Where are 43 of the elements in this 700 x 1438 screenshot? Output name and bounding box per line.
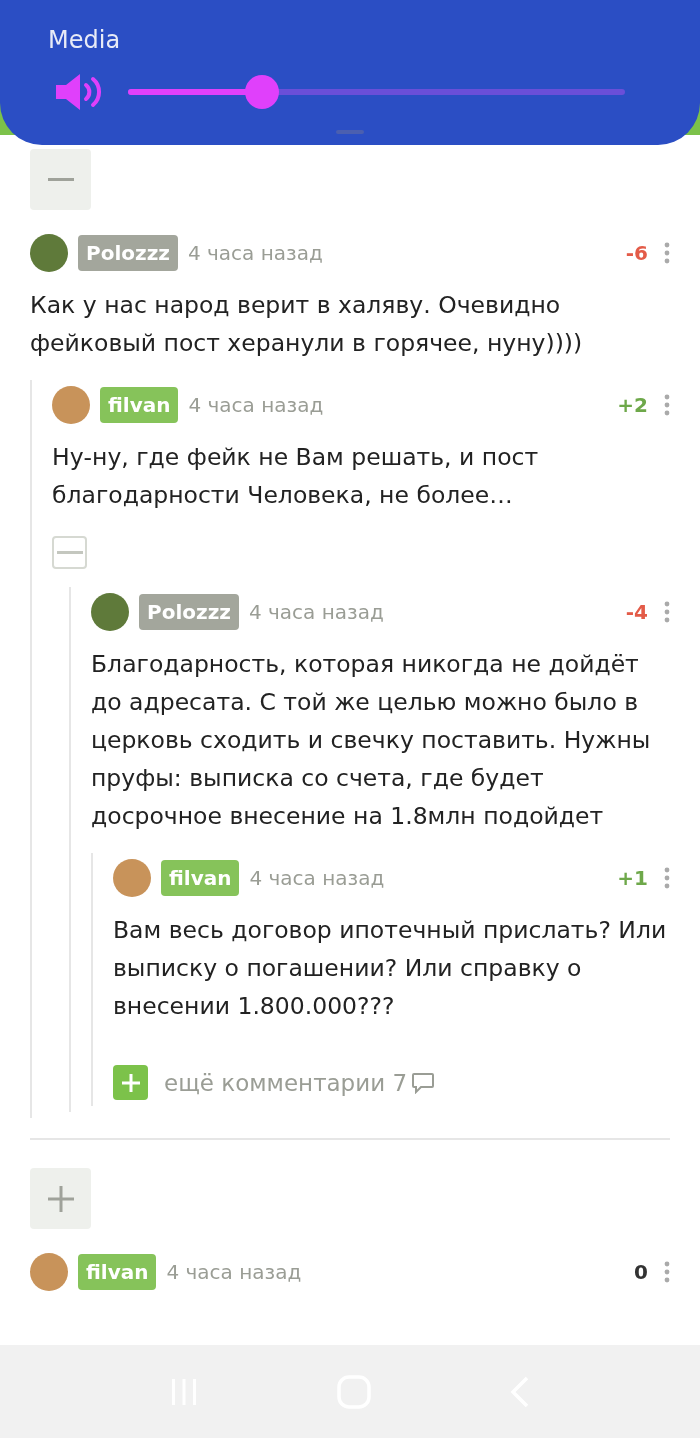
username-badge[interactable]: filvan bbox=[100, 387, 179, 423]
comment-rating: 0 bbox=[634, 1260, 648, 1284]
panel-title: Media bbox=[48, 26, 122, 54]
username-badge[interactable]: filvan bbox=[78, 1254, 157, 1290]
avatar-placeholder[interactable] bbox=[30, 1253, 68, 1291]
more-options-icon[interactable] bbox=[664, 242, 670, 264]
collapse-button[interactable] bbox=[52, 536, 87, 569]
comment-rating: -4 bbox=[625, 600, 648, 624]
comment-time: 4 часа назад bbox=[166, 1260, 303, 1284]
comment-time: 4 часа назад bbox=[187, 241, 324, 265]
comment-rating: +2 bbox=[617, 393, 648, 417]
minus-icon bbox=[47, 178, 74, 181]
comment-text: Благодарность, которая никогда не дойдёт до адресата. С той же целью можно было в церковь сходить и свечку поставить. Нужны пруфы: выписка со счета, где будет досрочное внесение на 1.8млн подойдет bbox=[91, 649, 652, 832]
comment-rating: -6 bbox=[625, 241, 648, 265]
username-badge[interactable]: Polozzz bbox=[139, 594, 239, 630]
more-options-icon[interactable] bbox=[664, 1261, 670, 1283]
comment-time: 4 часа назад bbox=[249, 866, 386, 890]
volume-slider[interactable] bbox=[128, 75, 625, 109]
comment-time: 4 часа назад bbox=[248, 600, 385, 624]
comment-time: 4 часа назад bbox=[188, 393, 325, 417]
avatar-placeholder[interactable] bbox=[52, 386, 90, 424]
comment-rating: +1 bbox=[617, 866, 648, 890]
avatar-placeholder[interactable] bbox=[91, 593, 129, 631]
speech-bubble-icon bbox=[411, 1071, 436, 1094]
avatar-placeholder[interactable] bbox=[113, 859, 151, 897]
expand-button[interactable] bbox=[113, 1065, 148, 1100]
username-badge[interactable]: filvan bbox=[161, 860, 240, 896]
username-badge[interactable]: Polozzz bbox=[78, 235, 178, 271]
comment-text: Вам весь договор ипотечный прислать? Или выписку о погашении? Или справку о внесении 1.800.000??? bbox=[113, 915, 668, 1022]
plus-icon bbox=[120, 1072, 141, 1093]
comment-text: Как у нас народ верит в халяву. Очевидно фейковый пост херанули в горячее, нуну)))) bbox=[30, 290, 584, 359]
more-comments-link[interactable]: ещё комментарии 7 bbox=[164, 1069, 436, 1096]
comment-text: Ну-ну, где фейк не Вам решать, и пост благодарности Человека, не более… bbox=[52, 442, 540, 511]
more-options-icon[interactable] bbox=[664, 601, 670, 623]
minus-icon bbox=[56, 551, 83, 554]
slider-thumb[interactable] bbox=[245, 75, 280, 109]
expand-button[interactable] bbox=[30, 1168, 91, 1229]
avatar-placeholder[interactable] bbox=[30, 234, 68, 272]
more-options-icon[interactable] bbox=[664, 867, 670, 889]
plus-icon bbox=[45, 1183, 76, 1214]
collapse-button[interactable] bbox=[30, 149, 91, 210]
drag-handle[interactable] bbox=[336, 130, 364, 134]
more-options-icon[interactable] bbox=[664, 394, 670, 416]
